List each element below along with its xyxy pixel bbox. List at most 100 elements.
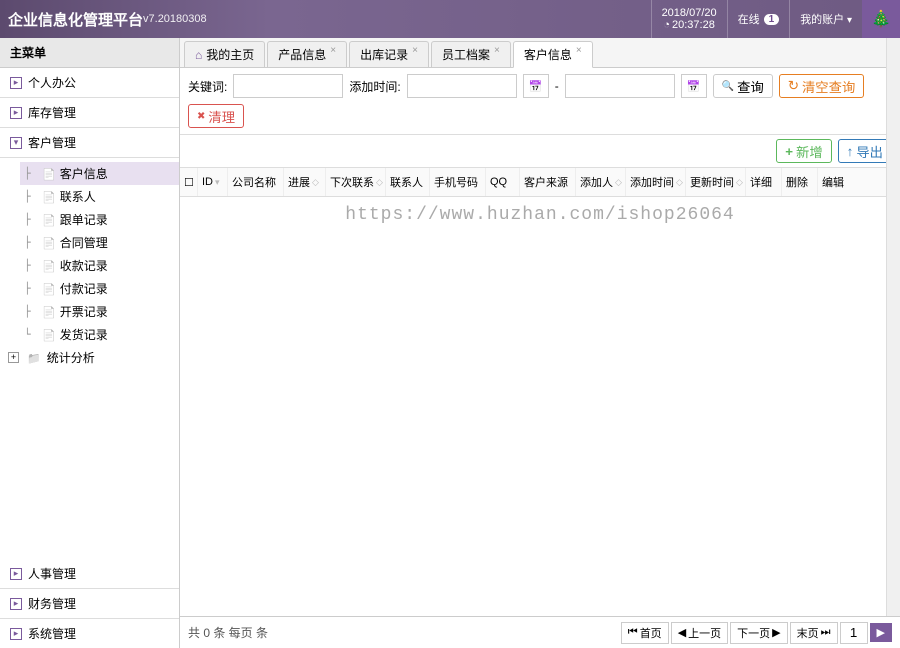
tab-product[interactable]: 产品信息× <box>267 41 347 67</box>
col-detail[interactable]: 详细 <box>746 168 782 196</box>
search-toolbar: 关键词: 添加时间: - 查询 清空查询 清理 <box>180 68 900 135</box>
account-menu[interactable]: 我的账户 <box>789 0 862 38</box>
file-icon <box>42 328 56 342</box>
online-box[interactable]: 在线 1 <box>727 0 790 38</box>
keyword-input[interactable] <box>233 74 343 98</box>
file-icon <box>42 213 56 227</box>
col-adder[interactable]: 添加人 <box>576 168 626 196</box>
file-icon <box>42 282 56 296</box>
tree-shipping[interactable]: └发货记录 <box>20 323 179 346</box>
date-to-input[interactable] <box>565 74 675 98</box>
tree-icon <box>871 9 891 29</box>
clear-search-button[interactable]: 清空查询 <box>779 74 864 98</box>
plus-icon: ▸ <box>10 77 22 89</box>
tree-stats[interactable]: +统计分析 <box>4 346 179 369</box>
plus-icon: ▸ <box>10 598 22 610</box>
col-phone[interactable]: 手机号码 <box>430 168 486 196</box>
home-icon <box>195 48 202 62</box>
account-label: 我的账户 <box>800 11 852 27</box>
calendar-to-button[interactable] <box>681 74 707 98</box>
calendar-from-button[interactable] <box>523 74 549 98</box>
grid-body: https://www.huzhan.com/ishop26064 <box>180 197 900 616</box>
theme-button[interactable] <box>862 0 900 38</box>
pager: ⏮ 首页 ◀ 上一页 下一页 ▶ 末页 ⏭ ▶ <box>621 622 892 644</box>
tab-employee[interactable]: 员工档案× <box>431 41 511 67</box>
col-contact[interactable]: 联系人 <box>386 168 430 196</box>
col-edit[interactable]: 编辑 <box>818 168 854 196</box>
action-toolbar: 新增 导出 <box>180 135 900 168</box>
tab-bar: 我的主页 产品信息× 出库记录× 员工档案× 客户信息× <box>180 38 900 68</box>
datetime-box: 2018/07/20 20:37:28 <box>651 0 727 38</box>
sidebar: 主菜单 ▸个人办公 ▸库存管理 ▾客户管理 ├客户信息 ├联系人 ├跟单记录 ├… <box>0 38 180 648</box>
tree-followup[interactable]: ├跟单记录 <box>20 208 179 231</box>
col-nextcontact[interactable]: 下次联系 <box>326 168 386 196</box>
date-text: 2018/07/20 <box>662 7 717 19</box>
sidebar-item-system[interactable]: ▸系统管理 <box>0 619 179 648</box>
file-icon <box>42 259 56 273</box>
tree-receipt[interactable]: ├收款记录 <box>20 254 179 277</box>
last-page-button[interactable]: 末页 ⏭ <box>790 622 838 644</box>
plus-icon: ▸ <box>10 568 22 580</box>
plus-icon: ▸ <box>10 628 22 640</box>
file-icon <box>42 167 56 181</box>
app-title: 企业信息化管理平台 <box>8 9 143 30</box>
tree-contacts[interactable]: ├联系人 <box>20 185 179 208</box>
file-icon <box>42 305 56 319</box>
tree-customer-info[interactable]: ├客户信息 <box>20 162 179 185</box>
go-page-button[interactable]: ▶ <box>870 623 892 642</box>
close-icon[interactable]: × <box>494 45 500 56</box>
page-input[interactable] <box>840 622 868 644</box>
col-company[interactable]: 公司名称 <box>228 168 284 196</box>
addtime-label: 添加时间: <box>349 78 400 95</box>
tab-customer[interactable]: 客户信息× <box>513 41 593 68</box>
tree-contract[interactable]: ├合同管理 <box>20 231 179 254</box>
online-count: 1 <box>764 14 780 25</box>
search-button[interactable]: 查询 <box>713 74 773 98</box>
tab-home[interactable]: 我的主页 <box>184 41 265 67</box>
grid-header: ID 公司名称 进展 下次联系 联系人 手机号码 QQ 客户来源 添加人 添加时… <box>180 168 900 197</box>
col-updatetime[interactable]: 更新时间 <box>686 168 746 196</box>
watermark-text: https://www.huzhan.com/ishop26064 <box>345 205 734 225</box>
first-page-button[interactable]: ⏮ 首页 <box>621 622 669 644</box>
add-button[interactable]: 新增 <box>776 139 831 163</box>
col-delete[interactable]: 删除 <box>782 168 818 196</box>
col-qq[interactable]: QQ <box>486 168 520 196</box>
col-addtime[interactable]: 添加时间 <box>626 168 686 196</box>
sidebar-item-finance[interactable]: ▸财务管理 <box>0 589 179 619</box>
date-from-input[interactable] <box>407 74 517 98</box>
file-icon <box>42 236 56 250</box>
sidebar-item-customer[interactable]: ▾客户管理 <box>0 128 179 158</box>
close-icon[interactable]: × <box>412 45 418 56</box>
minus-icon: ▾ <box>10 137 22 149</box>
dash: - <box>555 79 559 93</box>
col-checkbox[interactable] <box>180 168 198 196</box>
col-id[interactable]: ID <box>198 168 228 196</box>
next-page-button[interactable]: 下一页 ▶ <box>730 622 787 644</box>
expand-icon[interactable]: + <box>8 352 19 363</box>
tree-payment[interactable]: ├付款记录 <box>20 277 179 300</box>
scrollbar-vertical[interactable] <box>886 38 900 616</box>
sidebar-item-personal[interactable]: ▸个人办公 <box>0 68 179 98</box>
export-button[interactable]: 导出 <box>838 139 892 163</box>
keyword-label: 关键词: <box>188 78 227 95</box>
sidebar-tree: ├客户信息 ├联系人 ├跟单记录 ├合同管理 ├收款记录 ├付款记录 ├开票记录… <box>0 158 179 373</box>
tree-invoice[interactable]: ├开票记录 <box>20 300 179 323</box>
sidebar-item-hr[interactable]: ▸人事管理 <box>0 559 179 589</box>
time-text: 20:37:28 <box>663 19 714 31</box>
app-version: v7.20180308 <box>143 13 207 25</box>
tab-outbound[interactable]: 出库记录× <box>349 41 429 67</box>
summary-text: 共 0 条 每页 条 <box>188 624 268 641</box>
sidebar-item-inventory[interactable]: ▸库存管理 <box>0 98 179 128</box>
close-icon[interactable]: × <box>330 45 336 56</box>
header-bar: 企业信息化管理平台 v7.20180308 2018/07/20 20:37:2… <box>0 0 900 38</box>
content-area: 我的主页 产品信息× 出库记录× 员工档案× 客户信息× 关键词: 添加时间: … <box>180 38 900 648</box>
online-label: 在线 <box>738 11 760 27</box>
prev-page-button[interactable]: ◀ 上一页 <box>671 622 728 644</box>
plus-icon: ▸ <box>10 107 22 119</box>
clock-icon <box>663 19 672 31</box>
folder-icon <box>27 351 41 365</box>
clean-button[interactable]: 清理 <box>188 104 244 128</box>
col-source[interactable]: 客户来源 <box>520 168 576 196</box>
close-icon[interactable]: × <box>576 45 582 56</box>
col-progress[interactable]: 进展 <box>284 168 326 196</box>
